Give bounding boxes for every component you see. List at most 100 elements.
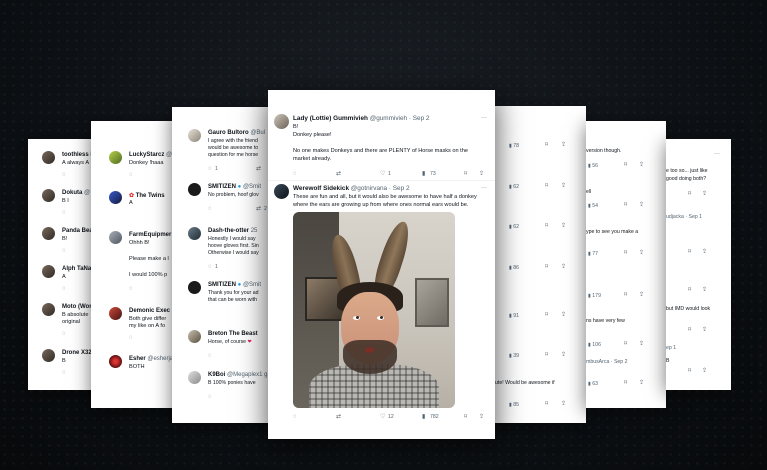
share-icon[interactable]: ⇪ (639, 341, 644, 347)
retweet-icon[interactable]: ⇄ (256, 206, 261, 212)
author-name[interactable]: K9Boi @Megaplex1 g (208, 372, 267, 378)
share-icon[interactable]: ⇪ (639, 250, 644, 256)
author-name[interactable]: Breton The Beast (208, 331, 258, 337)
reply-icon[interactable]: ◌ (62, 248, 66, 254)
bookmark-icon[interactable]: ⌑ (545, 142, 548, 148)
share-icon[interactable]: ⇪ (561, 223, 566, 229)
author-name[interactable]: ✿ The Twins (129, 192, 165, 199)
bookmark-icon[interactable]: ⌑ (624, 250, 627, 256)
bookmark-icon[interactable]: ⌑ (464, 414, 467, 420)
author-name[interactable]: Drone X32 (62, 350, 92, 356)
verified-icon: ● (237, 282, 242, 288)
reply-icon[interactable]: ◌ (62, 370, 66, 376)
views-count: ▮ 62 (509, 224, 520, 230)
avatar[interactable] (274, 184, 289, 199)
tweet-text: I would 100% p (129, 272, 168, 278)
bookmark-icon[interactable]: ⌑ (624, 341, 627, 347)
share-icon[interactable]: ⇪ (702, 249, 707, 255)
retweet-icon[interactable]: ⇄ (336, 171, 341, 177)
heart-icon[interactable]: ♡ (380, 414, 385, 420)
reply-icon[interactable]: ◌ (62, 286, 66, 292)
more-icon[interactable]: ··· (714, 151, 720, 157)
author-name[interactable]: Esher @esherja (129, 356, 173, 362)
share-icon[interactable]: ⇪ (639, 162, 644, 168)
views-count: ▮ 78 (509, 143, 520, 149)
share-icon[interactable]: ⇪ (702, 327, 707, 333)
author-name[interactable]: Dash-the-otter 25 (208, 228, 257, 234)
share-icon[interactable]: ⇪ (561, 401, 566, 407)
bookmark-icon[interactable]: ⌑ (688, 327, 691, 333)
author-name[interactable]: LuckyStarcz @ (129, 152, 172, 158)
views-icon[interactable]: ▮ (422, 171, 425, 177)
retweet-icon[interactable]: ⇄ (336, 414, 341, 420)
author-name[interactable]: Werewolf Sidekick @gotnirvana · Sep 2 (293, 185, 410, 192)
bookmark-icon[interactable]: ⌑ (545, 223, 548, 229)
author-name[interactable]: Panda Bea (62, 228, 93, 234)
share-icon[interactable]: ⇪ (561, 264, 566, 270)
bookmark-icon[interactable]: ⌑ (624, 380, 627, 386)
reply-icon[interactable]: ◌ (129, 286, 133, 292)
heart-emoji-icon: ❤ (247, 339, 252, 345)
share-icon[interactable]: ⇪ (561, 312, 566, 318)
share-icon[interactable]: ⇪ (639, 292, 644, 298)
bookmark-icon[interactable]: ⌑ (688, 249, 691, 255)
tweet-text: B I (62, 198, 69, 204)
reply-icon[interactable]: ◌ (208, 353, 212, 359)
reply-icon[interactable]: ◌ (62, 172, 66, 178)
author-name[interactable]: Alph TaNa (62, 266, 91, 272)
bookmark-icon[interactable]: ⌑ (688, 191, 691, 197)
avatar (42, 227, 55, 240)
retweet-icon[interactable]: ⇄ (256, 166, 261, 172)
avatar (42, 349, 55, 362)
reply-icon[interactable]: ◌ (208, 166, 212, 172)
bookmark-icon[interactable]: ⌑ (545, 401, 548, 407)
reply-icon[interactable]: ◌ (129, 335, 133, 341)
reply-icon[interactable]: ◌ (62, 210, 66, 216)
more-icon[interactable]: ··· (481, 115, 487, 121)
bookmark-icon[interactable]: ⌑ (464, 171, 467, 177)
share-icon[interactable]: ⇪ (479, 414, 484, 420)
bookmark-icon[interactable]: ⌑ (624, 162, 627, 168)
bookmark-icon[interactable]: ⌑ (545, 312, 548, 318)
tweet-photo[interactable] (293, 212, 455, 408)
more-icon[interactable]: ··· (481, 185, 487, 191)
author-name[interactable]: Lady (Lottie) Gummivieh @gummivieh · Sep… (293, 115, 429, 122)
reply-icon[interactable]: ◌ (62, 331, 66, 337)
bookmark-icon[interactable]: ⌑ (688, 368, 691, 374)
author-name[interactable]: Demonic Exec (129, 308, 170, 314)
author-name[interactable]: Moto (Wor (62, 304, 92, 310)
reply-icon[interactable]: ◌ (293, 414, 297, 420)
heart-icon[interactable]: ♡ (380, 171, 385, 177)
reply-icon[interactable]: ◌ (129, 172, 133, 178)
share-icon[interactable]: ⇪ (561, 183, 566, 189)
reply-icon[interactable]: ◌ (208, 264, 212, 270)
share-icon[interactable]: ⇪ (639, 202, 644, 208)
author-name[interactable]: Gauro Bultoro @Bul (208, 130, 265, 136)
share-icon[interactable]: ⇪ (561, 352, 566, 358)
views-icon[interactable]: ▮ (422, 414, 425, 420)
author-name[interactable]: SMITIZEN ● @Smit (208, 282, 261, 288)
share-icon[interactable]: ⇪ (702, 287, 707, 293)
author-name[interactable]: toothless l (62, 152, 92, 158)
bookmark-icon[interactable]: ⌑ (624, 292, 627, 298)
like-count: 12 (388, 414, 394, 420)
share-icon[interactable]: ⇪ (702, 191, 707, 197)
tweet-text: B! (62, 236, 68, 242)
author-name[interactable]: SMITIZEN ● @Smit (208, 184, 261, 190)
author-name[interactable]: Dokuta @ (62, 190, 90, 196)
bookmark-icon[interactable]: ⌑ (624, 202, 627, 208)
reply-icon[interactable]: ◌ (208, 394, 212, 400)
share-icon[interactable]: ⇪ (561, 142, 566, 148)
reply-icon[interactable]: ◌ (208, 206, 212, 212)
bookmark-icon[interactable]: ⌑ (545, 264, 548, 270)
author-name[interactable]: FarmEquipmer (129, 232, 171, 238)
share-icon[interactable]: ⇪ (639, 380, 644, 386)
share-icon[interactable]: ⇪ (702, 368, 707, 374)
bookmark-icon[interactable]: ⌑ (688, 287, 691, 293)
bookmark-icon[interactable]: ⌑ (545, 352, 548, 358)
avatar[interactable] (274, 114, 289, 129)
tweet-text: e too so... just like (666, 168, 708, 174)
reply-icon[interactable]: ◌ (293, 171, 297, 177)
bookmark-icon[interactable]: ⌑ (545, 183, 548, 189)
share-icon[interactable]: ⇪ (479, 171, 484, 177)
